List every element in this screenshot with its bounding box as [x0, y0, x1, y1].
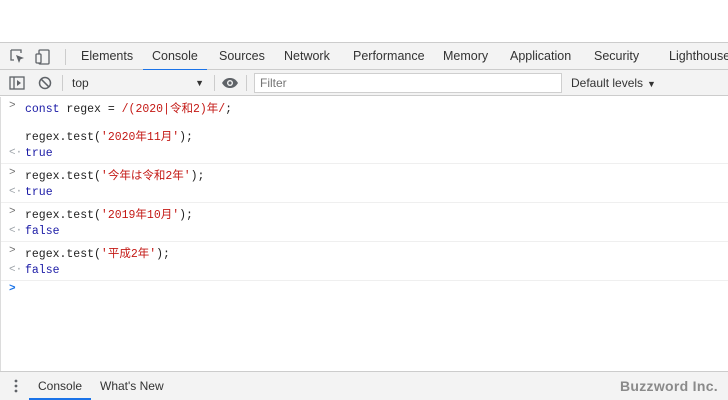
toolbar-divider [246, 75, 247, 91]
toolbar-divider [62, 75, 63, 91]
result-arrow-icon: <· [9, 264, 23, 276]
result-arrow-icon: <· [9, 147, 23, 159]
console-toolbar: top ▼ Default levels▼ [0, 70, 728, 96]
input-chevron-icon: > [9, 100, 16, 112]
row-divider [1, 280, 728, 281]
devtools-drawer: Console What's New Buzzword Inc. [0, 371, 728, 400]
prompt-chevron-icon: > [9, 283, 16, 295]
tab-security[interactable]: Security [594, 43, 639, 70]
tab-network[interactable]: Network [284, 43, 330, 70]
show-sidebar-icon[interactable] [8, 74, 26, 92]
input-chevron-icon: > [9, 245, 16, 257]
dropdown-arrow-icon: ▼ [647, 79, 656, 89]
page-top-area [0, 0, 728, 42]
result-value: true [25, 186, 53, 199]
result-arrow-icon: <· [9, 225, 23, 237]
result-arrow-icon: <· [9, 186, 23, 198]
tab-lighthouse[interactable]: Lighthouse [669, 43, 728, 70]
input-chevron-icon: > [9, 167, 16, 179]
result-value: true [25, 147, 53, 160]
device-toolbar-icon[interactable] [34, 47, 54, 67]
console-prompt[interactable]: > [1, 283, 728, 322]
result-value: false [25, 264, 60, 277]
live-expression-eye-icon[interactable] [220, 74, 240, 92]
result-value: false [25, 225, 60, 238]
tab-console[interactable]: Console [143, 43, 207, 71]
tab-application[interactable]: Application [510, 43, 571, 70]
context-select[interactable]: top ▼ [66, 73, 210, 93]
devtools-tab-bar: Elements Console Sources Network Perform… [0, 42, 728, 71]
tab-performance[interactable]: Performance [353, 43, 425, 70]
log-levels-dropdown[interactable]: Default levels ▼ [571, 73, 656, 93]
more-menu-icon[interactable] [10, 378, 22, 394]
context-value: top [72, 76, 89, 90]
row-divider [1, 202, 728, 203]
dropdown-arrow-icon: ▼ [195, 78, 204, 88]
drawer-tab-console[interactable]: Console [28, 372, 92, 400]
levels-label: Default levels [571, 76, 644, 90]
tab-sources[interactable]: Sources [219, 43, 265, 70]
filter-input[interactable] [254, 73, 562, 93]
clear-console-icon[interactable] [36, 74, 54, 92]
tab-elements[interactable]: Elements [81, 43, 133, 70]
tab-memory[interactable]: Memory [443, 43, 488, 70]
toolbar-divider [214, 75, 215, 91]
input-chevron-icon: > [9, 206, 16, 218]
console-output[interactable]: > const regex = /(2020|令和2)年/; regex.tes… [0, 97, 728, 371]
toolbar-divider [65, 49, 66, 65]
watermark-text: Buzzword Inc. [619, 378, 718, 394]
inspect-element-icon[interactable] [8, 47, 28, 67]
row-divider [1, 163, 728, 164]
drawer-tab-whats-new[interactable]: What's New [100, 372, 164, 400]
row-divider [1, 241, 728, 242]
